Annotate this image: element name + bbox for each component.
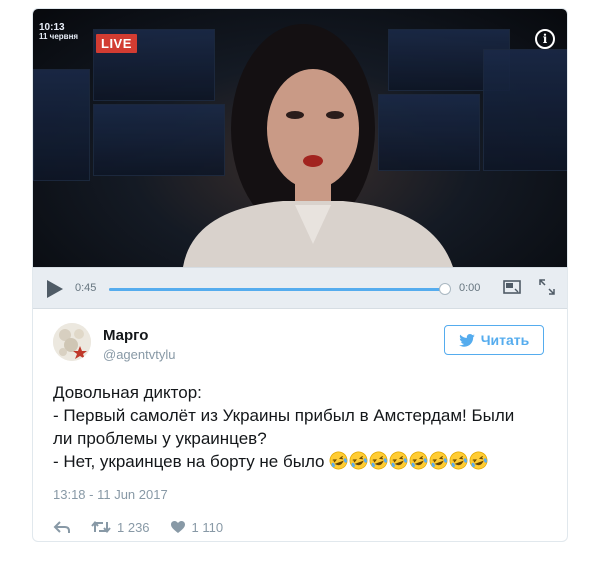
follow-button[interactable]: Читать	[444, 325, 544, 355]
embedded-tweet-card: 10:13 11 червня LIVE i 0:45 0:00 Марго @…	[32, 8, 568, 542]
info-icon[interactable]: i	[535, 29, 555, 49]
tweet-line: ли проблемы у украинцев?	[53, 429, 267, 448]
reply-button[interactable]	[53, 520, 71, 534]
heart-icon	[170, 521, 185, 533]
fullscreen-icon[interactable]	[538, 278, 556, 296]
reply-icon	[53, 521, 70, 533]
remaining-time: 0:00	[459, 282, 481, 294]
tweet-line: Довольная диктор:	[53, 383, 202, 402]
rofl-emoji	[389, 451, 408, 470]
retweet-icon	[91, 520, 111, 534]
video-player[interactable]: 10:13 11 червня LIVE i	[33, 9, 567, 267]
emoji-row	[329, 451, 489, 471]
avatar[interactable]	[53, 323, 91, 361]
like-button[interactable]: 1 110	[170, 519, 224, 535]
elapsed-time: 0:45	[75, 282, 97, 294]
follow-label: Читать	[480, 332, 530, 348]
rofl-emoji	[369, 451, 388, 470]
clock-date: 11 червня	[39, 32, 79, 41]
tweet-actions: 1 236 1 110	[53, 517, 243, 537]
rofl-emoji	[429, 451, 448, 470]
progress-track[interactable]	[109, 283, 451, 295]
progress-fill	[109, 288, 445, 291]
tweet-line: - Нет, украинцев на борту не было	[53, 452, 325, 471]
live-badge: LIVE	[96, 34, 137, 53]
rofl-emoji	[469, 451, 488, 470]
tweet-line-with-emoji: - Нет, украинцев на борту не было	[53, 450, 553, 473]
tweet-line: - Первый самолёт из Украины прибыл в Амс…	[53, 406, 515, 425]
channel-clock: 10:13 11 червня	[39, 22, 79, 42]
retweet-button[interactable]: 1 236	[91, 520, 150, 535]
retweet-count: 1 236	[117, 519, 150, 535]
rofl-emoji	[349, 451, 368, 470]
tweet-timestamp[interactable]: 13:18 - 11 Jun 2017	[53, 487, 168, 502]
rofl-emoji	[409, 451, 428, 470]
twitter-bird-icon	[458, 333, 475, 347]
picture-in-picture-icon[interactable]	[503, 280, 521, 294]
rofl-emoji	[329, 451, 348, 470]
tweet-text: Довольная диктор: - Первый самолёт из Ук…	[53, 381, 553, 473]
rofl-emoji	[449, 451, 468, 470]
video-controls: 0:45 0:00	[33, 267, 567, 309]
like-count: 1 110	[191, 519, 224, 535]
play-icon[interactable]	[47, 280, 63, 298]
user-handle[interactable]: @agentvtylu	[103, 347, 175, 362]
clock-time: 10:13	[39, 22, 65, 33]
display-name[interactable]: Марго	[103, 327, 148, 344]
progress-handle[interactable]	[439, 283, 451, 295]
